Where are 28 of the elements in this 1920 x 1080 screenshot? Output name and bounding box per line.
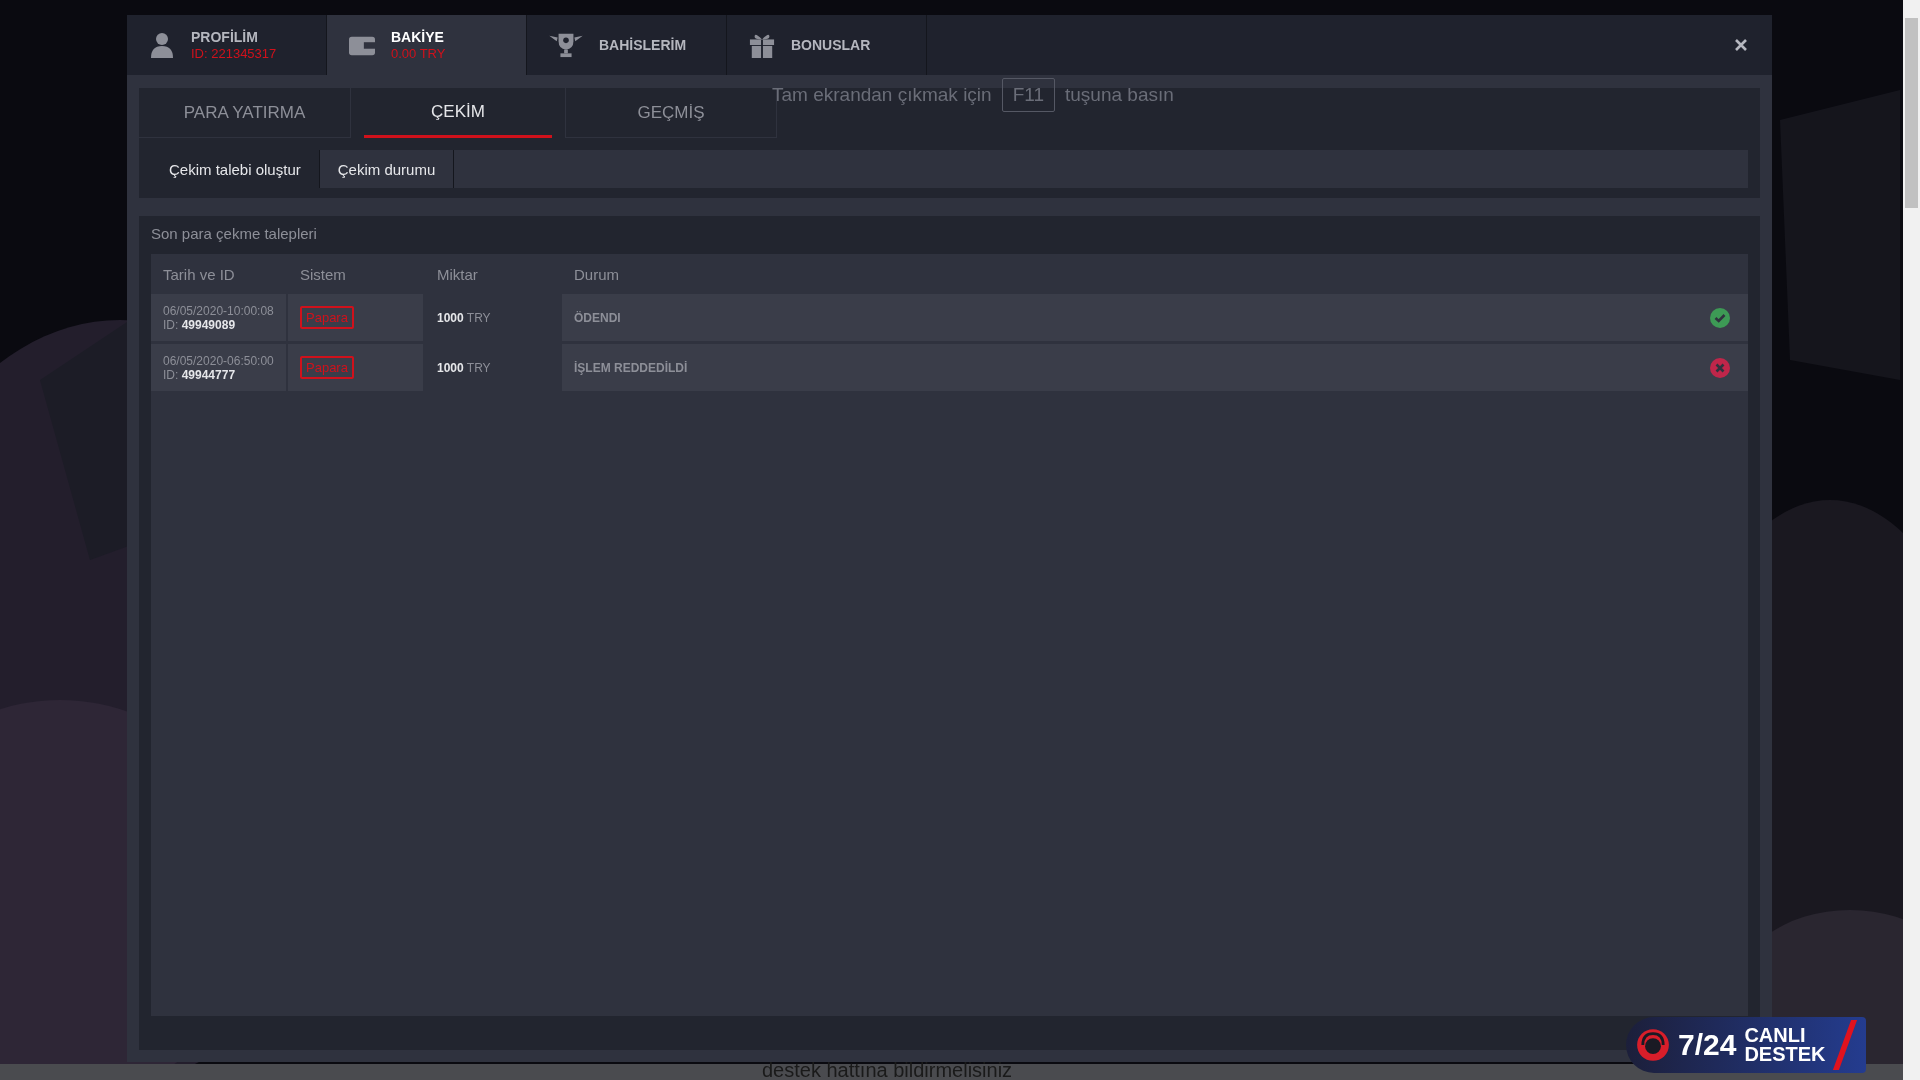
- tab[interactable]: GEÇMİŞ: [565, 88, 777, 138]
- key-label: F11: [1001, 78, 1055, 112]
- hint-text: tuşuna basın: [1065, 84, 1174, 106]
- header-tab[interactable]: BAKİYE 0.00 TRY: [327, 15, 527, 75]
- table-cell: 06/05/2020-06:50:00 ID: 49944777: [151, 344, 288, 391]
- table-cell-text: İŞLEM REDDEDİLDİ: [573, 359, 689, 377]
- column-header: Miktar: [436, 265, 479, 283]
- gift-icon: [749, 32, 775, 58]
- table-cell: 06/05/2020-10:00:08 ID: 49949089: [151, 294, 288, 341]
- close-icon[interactable]: [1734, 38, 1748, 52]
- person-icon: [149, 32, 175, 58]
- scrollbar[interactable]: [1903, 0, 1920, 1080]
- table-cell-text: ÖDENDI: [573, 309, 622, 327]
- column-header: Sistem: [299, 265, 347, 283]
- system-tag: Papara: [300, 356, 354, 379]
- header-tab[interactable]: BAHİSLERİM: [527, 15, 727, 75]
- tab[interactable]: ÇEKİM: [364, 88, 552, 138]
- header-tab[interactable]: BONUSLAR: [727, 15, 927, 75]
- subtab[interactable]: Çekim talebi oluştur: [151, 150, 320, 188]
- section-title: Son para çekme talepleri: [151, 224, 318, 244]
- headset-icon: [1636, 1028, 1670, 1062]
- system-tag: Papara: [300, 306, 354, 329]
- trophy-icon: [549, 32, 583, 58]
- tab[interactable]: PARA YATIRMA: [139, 88, 351, 138]
- table-cell: 1000 TRY: [425, 344, 562, 391]
- table-cell: 1000 TRY: [425, 294, 562, 341]
- column-header: Durum: [573, 265, 619, 283]
- column-header: Tarih ve ID: [162, 265, 236, 283]
